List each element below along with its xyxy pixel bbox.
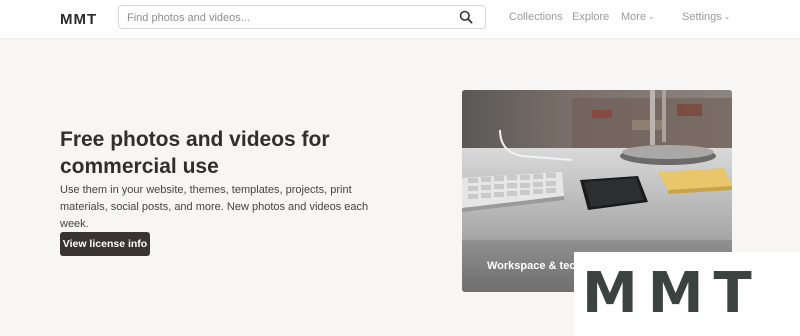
nav-settings-menu[interactable]: Settings ⌄ bbox=[682, 11, 730, 23]
search-icon[interactable] bbox=[459, 10, 473, 24]
card-caption: Workspace & tech bbox=[487, 260, 583, 272]
search-input[interactable] bbox=[125, 8, 459, 28]
nav-settings-label: Settings bbox=[682, 11, 722, 23]
hero-title: Free photos and videos for commercial us… bbox=[60, 128, 330, 178]
chevron-down-icon: ⌄ bbox=[648, 12, 655, 21]
nav-explore-link[interactable]: Explore bbox=[572, 11, 609, 23]
hero-description: Use them in your website, themes, templa… bbox=[60, 184, 369, 230]
watermark-text: MMT bbox=[582, 261, 762, 326]
chevron-down-icon: ⌄ bbox=[723, 12, 731, 21]
nav-more-menu[interactable]: More ⌄ bbox=[621, 11, 655, 23]
watermark-logo: MMT bbox=[574, 252, 800, 336]
top-navigation-bar: MMT Collections Explore More⌄ Settings⌄ bbox=[0, 0, 800, 38]
view-license-button[interactable]: View license info bbox=[60, 232, 150, 256]
nav-more-label: More bbox=[621, 11, 647, 23]
search-box[interactable] bbox=[118, 5, 486, 29]
site-logo[interactable]: MMT bbox=[60, 11, 97, 28]
nav-collections-link[interactable]: Collections bbox=[509, 11, 563, 23]
